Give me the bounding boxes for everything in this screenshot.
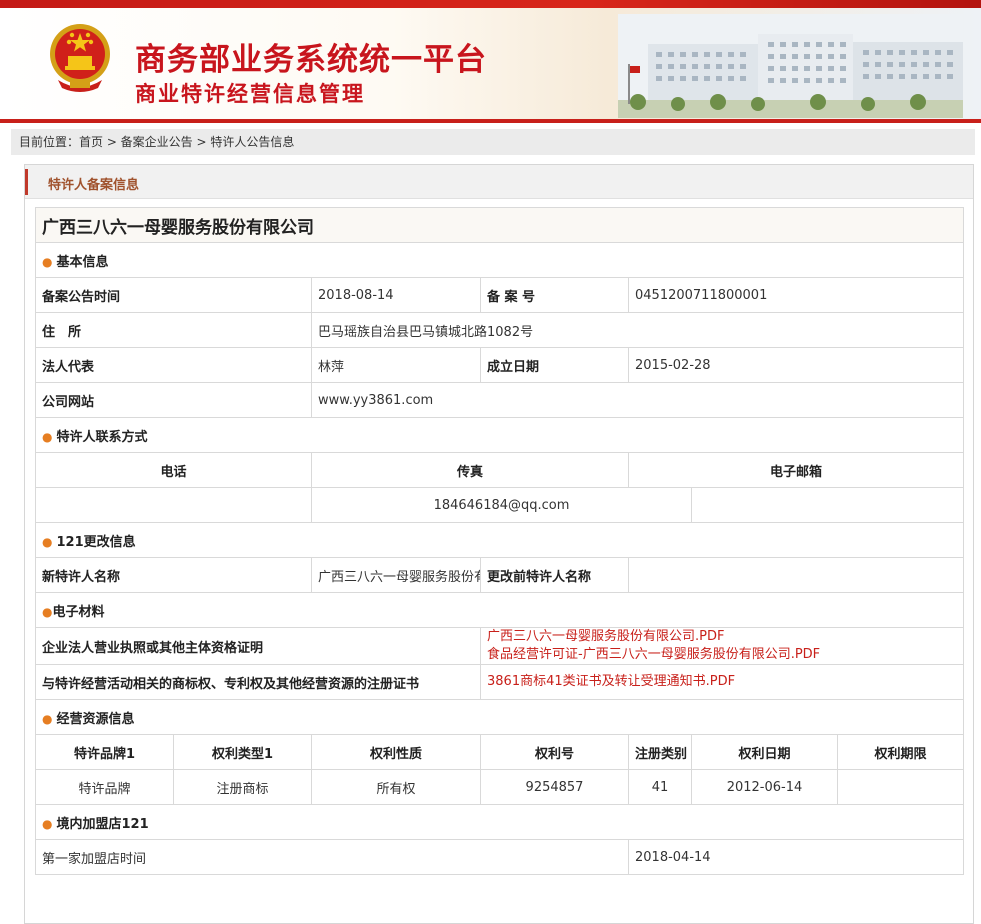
table-cell [837,769,964,805]
section-title: 电子材料 [52,604,105,620]
filing-date-value: 2018-08-14 [311,277,481,313]
email-header: 电子邮箱 [628,452,964,488]
first-store-value: 2018-04-14 [628,839,964,875]
fax-value: 184646184@qq.com [311,487,692,523]
section-bullet-icon: ● [42,711,53,726]
founded-value: 2015-02-28 [628,347,964,383]
license-file-link-1[interactable]: 广西三八六一母婴服务股份有限公司.PDF [487,629,957,647]
table-row: 企业法人营业执照或其他主体资格证明 广西三八六一母婴服务股份有限公司.PDF 食… [35,627,964,665]
new-name-label: 新特许人名称 [35,557,312,593]
section-bullet-icon: ● [42,429,53,444]
section-basic: ● 基本信息 [35,242,964,278]
column-header: 注册类别 [628,734,692,770]
panel-header: 特许人备案信息 [25,165,973,199]
header-top-bar [0,0,981,8]
license-label: 企业法人营业执照或其他主体资格证明 [35,627,481,665]
old-name-value [628,557,964,593]
filing-date-label: 备案公告时间 [35,277,312,313]
first-store-label: 第一家加盟店时间 [35,839,629,875]
table-row: 与特许经营活动相关的商标权、专利权及其他经营资源的注册证书 3861商标41类证… [35,664,964,700]
table-cell: 所有权 [311,769,481,805]
section-title: 基本信息 [56,254,109,270]
section-title: 121更改信息 [56,534,136,550]
section-materials: ●电子材料 [35,592,964,628]
table-cell: 特许品牌 [35,769,174,805]
column-header: 权利类型1 [173,734,312,770]
section-title: 境内加盟店121 [56,816,149,832]
section-bullet-icon: ● [42,534,53,549]
panel-title: 特许人备案信息 [48,178,140,193]
address-label: 住 所 [35,312,312,348]
header-bottom-bar [0,119,981,123]
column-header: 权利号 [480,734,629,770]
breadcrumb: 目前位置：首页 > 备案企业公告 > 特许人公告信息 [11,129,975,155]
contact-header-row: 电话 传真 电子邮箱 [35,452,964,488]
legal-rep-value: 林萍 [311,347,481,383]
cert-label: 与特许经营活动相关的商标权、专利权及其他经营资源的注册证书 [35,664,481,700]
system-title: 商务部业务系统统一平台 [135,42,487,78]
founded-label: 成立日期 [480,347,629,383]
column-header: 权利性质 [311,734,481,770]
table-cell: 41 [628,769,692,805]
section-bullet-icon: ● [42,816,53,831]
table-row: 住 所 巴马瑶族自治县巴马镇城北路1082号 [35,312,964,348]
license-file-link-2[interactable]: 食品经营许可证-广西三八六一母婴服务股份有限公司.PDF [487,646,957,664]
franchisor-info-table: 广西三八六一母婴服务股份有限公司 ● 基本信息 备案公告时间 2018-08-14… [35,207,964,875]
cert-file-link-1[interactable]: 3861商标41类证书及转让受理通知书.PDF [487,673,957,691]
section-bullet-icon: ● [42,254,53,269]
record-no-label: 备 案 号 [480,277,629,313]
site-header: 商务部业务系统统一平台 商业特许经营信息管理 [0,0,981,124]
panel-header-accent [25,169,28,195]
address-value: 巴马瑶族自治县巴马镇城北路1082号 [311,312,964,348]
phone-value [35,487,312,523]
column-header: 权利期限 [837,734,964,770]
column-header: 权利日期 [691,734,838,770]
national-emblem-icon [50,24,110,92]
legal-rep-label: 法人代表 [35,347,312,383]
contact-value-row: 184646184@qq.com [35,487,964,523]
column-header: 特许品牌1 [35,734,174,770]
website-label: 公司网站 [35,382,312,418]
resources-data-row: 特许品牌 注册商标 所有权 9254857 41 2012-06-14 [35,769,964,805]
system-subtitle: 商业特许经营信息管理 [135,82,365,106]
table-cell: 注册商标 [173,769,312,805]
old-name-label: 更改前特许人名称 [480,557,629,593]
fax-header: 传真 [311,452,629,488]
table-cell: 2012-06-14 [691,769,838,805]
table-row: 公司网站 www.yy3861.com [35,382,964,418]
new-name-value: 广西三八六一母婴服务股份有限公司 [311,557,481,593]
section-resources: ● 经营资源信息 [35,699,964,735]
table-row: 第一家加盟店时间 2018-04-14 [35,839,964,875]
table-cell: 9254857 [480,769,629,805]
section-bullet-icon: ● [42,604,53,619]
section-change: ● 121更改信息 [35,522,964,558]
website-value: www.yy3861.com [311,382,964,418]
section-title: 特许人联系方式 [56,429,148,445]
table-row: 新特许人名称 广西三八六一母婴服务股份有限公司 更改前特许人名称 [35,557,964,593]
section-contact: ● 特许人联系方式 [35,417,964,453]
phone-header: 电话 [35,452,312,488]
email-value [691,487,964,523]
table-row: 法人代表 林萍 成立日期 2015-02-28 [35,347,964,383]
record-no-value: 0451200711800001 [628,277,964,313]
section-stores: ● 境内加盟店121 [35,804,964,840]
company-name: 广西三八六一母婴服务股份有限公司 [35,207,964,243]
ministry-building-image [618,14,963,118]
company-name-row: 广西三八六一母婴服务股份有限公司 [35,207,964,243]
section-title: 经营资源信息 [56,711,135,727]
resources-header-row: 特许品牌1 权利类型1 权利性质 权利号 注册类别 权利日期 权利期限 [35,734,964,770]
table-row: 备案公告时间 2018-08-14 备 案 号 0451200711800001 [35,277,964,313]
